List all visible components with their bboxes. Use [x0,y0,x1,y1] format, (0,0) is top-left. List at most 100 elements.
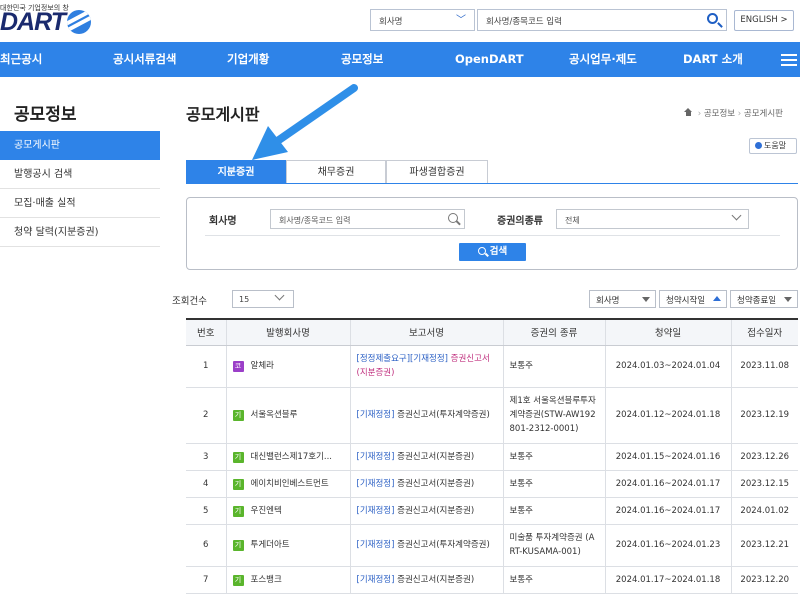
nav-recent-disclosure[interactable]: 최근공시 [0,42,42,77]
search-panel: 회사명 회사명/종목코드 입력 증권의종류 전체 검색 [186,197,798,270]
report-name[interactable]: 증권신고서(지분증권) [397,479,474,489]
company-cell[interactable]: 기 에이치비인베스트먼트 [226,470,351,498]
sort-start-date-button[interactable]: 청약시작일 [659,290,727,308]
chevron-down-icon [274,290,285,301]
subscription-period-cell: 2024.01.16~2024.01.23 [605,524,732,567]
company-cell[interactable]: 기 우진엔텍 [226,497,351,525]
report-cell[interactable]: [기재정정] 증권신고서(지분증권) [350,497,504,525]
table-header-row: 번호 발행회사명 보고서명 증권의 종류 청약일 접수일자 [186,318,798,346]
report-name[interactable]: 증권신고서(투자계약증권) [397,410,490,420]
dart-logo[interactable]: DART [0,8,66,37]
received-date-cell: 2023.12.19 [731,387,798,444]
tab-underline [186,183,798,184]
security-type-cell: 보통주 [503,566,606,594]
top-search-input[interactable]: 회사명/종목코드 입력 [477,9,727,31]
market-badge: 기 [232,574,244,586]
panel-divider [205,235,780,236]
report-tag[interactable]: [정정제출요구][기재정정] [357,354,448,364]
report-tag[interactable]: [기재정정] [357,540,395,550]
company-name[interactable]: 서울옥션블루 [251,410,298,420]
subscription-period-cell: 2024.01.03~2024.01.04 [605,345,732,388]
report-cell[interactable]: [기재정정] 증권신고서(투자계약증권) [350,524,504,567]
sidebar-item-offering-results[interactable]: 모집·매출 실적 [0,190,160,218]
col-header-company: 발행회사명 [226,318,351,346]
sidebar-item-subscription-calendar[interactable]: 청약 달력(지분증권) [0,219,160,247]
report-name[interactable]: 증권신고서(지분증권) [397,506,474,516]
result-count-select[interactable]: 15 [232,290,294,308]
tab-equity[interactable]: 지분증권 [186,160,286,184]
help-label: 도움말 [764,141,787,150]
market-badge: 기 [232,505,244,517]
report-name[interactable]: 증권신고서(지분증권) [397,575,474,585]
company-name[interactable]: 우진엔텍 [251,506,282,516]
report-tag[interactable]: [기재정정] [357,410,395,420]
result-count-value: 15 [239,295,250,304]
received-date-cell: 2023.12.26 [731,443,798,471]
tab-derivative[interactable]: 파생결합증권 [386,160,488,184]
security-type-cell: 보통주 [503,443,606,471]
top-bar: 대한민국 기업정보의 창 DART 회사명 ﹀ 회사명/종목코드 입력 ENGL… [0,0,800,42]
nav-disclosure-rules[interactable]: 공시업무·제도 [569,42,637,77]
company-name[interactable]: 대신밸런스제17호기... [251,452,332,462]
nav-about-dart[interactable]: DART 소개 [683,42,743,77]
security-type-cell: 보통주 [503,345,606,388]
tab-debt[interactable]: 채무증권 [286,160,386,184]
breadcrumb-item: 공모게시판 [743,109,784,119]
search-type-select[interactable]: 회사명 ﹀ [370,9,475,31]
report-tag[interactable]: [기재정정] [357,575,395,585]
col-header-number: 번호 [186,318,227,346]
report-cell[interactable]: [기재정정] 증권신고서(지분증권) [350,566,504,594]
table-row: 2 기 서울옥션블루 [기재정정] 증권신고서(투자계약증권) 제1호 서울옥션블… [186,387,798,444]
sort-company-select[interactable]: 회사명 [589,290,656,308]
company-name[interactable]: 에이치비인베스트먼트 [251,479,329,489]
report-cell[interactable]: [기재정정] 증권신고서(지분증권) [350,470,504,498]
company-cell[interactable]: 기 투게더아트 [226,524,351,567]
report-name[interactable]: 증권신고서(투자계약증권) [397,540,490,550]
company-name[interactable]: 알체라 [251,361,274,371]
market-badge: 기 [232,410,244,421]
company-name[interactable]: 포스뱅크 [251,575,282,585]
col-header-security-type: 증권의 종류 [503,318,606,346]
company-cell[interactable]: 기 대신밸런스제17호기... [226,443,351,471]
search-icon [477,247,486,255]
nav-offering-info[interactable]: 공모정보 [341,42,383,77]
search-icon[interactable] [448,213,458,223]
company-cell[interactable]: 기 포스뱅크 [226,566,351,594]
report-tag[interactable]: [기재정정] [357,479,395,489]
offering-table: 번호 발행회사명 보고서명 증권의 종류 청약일 접수일자 1 코 알체라 [정정… [186,318,798,594]
result-count-label: 조회건수 [172,296,207,307]
received-date-cell: 2023.12.21 [731,524,798,567]
report-tag[interactable]: [기재정정] [357,452,395,462]
chevron-down-icon: ﹀ [456,15,466,26]
company-cell[interactable]: 기 서울옥션블루 [226,387,351,444]
report-cell[interactable]: [기재정정] 증권신고서(투자계약증권) [350,387,504,444]
home-icon[interactable] [684,108,693,116]
sidebar-item-offering-board[interactable]: 공모게시판 [0,131,160,160]
report-name[interactable]: 증권신고서(지분증권) [397,452,474,462]
nav-company-overview[interactable]: 기업개황 [227,42,269,77]
sort-end-date-select[interactable]: 청약종료일 [730,290,798,308]
report-cell[interactable]: [기재정정] 증권신고서(지분증권) [350,443,504,471]
help-button[interactable]: 도움말 [749,138,797,154]
breadcrumb: › 공모정보 › 공모게시판 [684,107,783,119]
menu-icon[interactable] [781,54,797,66]
nav-opendart[interactable]: OpenDART [455,42,524,77]
security-type-cell: 제1호 서울옥션블루투자계약증권(STW-AW192801-2312-0001) [503,387,606,444]
company-name[interactable]: 투게더아트 [251,540,290,550]
report-tag[interactable]: [기재정정] [357,506,395,516]
security-type-select[interactable]: 전체 [556,209,749,229]
sidebar-item-issuance-search[interactable]: 발행공시 검색 [0,161,160,189]
market-badge: 코 [232,361,244,372]
report-cell[interactable]: [정정제출요구][기재정정] 증권신고서(지분증권) [350,345,504,388]
col-header-report: 보고서명 [350,318,504,346]
search-icon[interactable] [707,13,718,24]
col-header-received-date: 접수일자 [731,318,798,346]
breadcrumb-item[interactable]: 공모정보 [704,109,735,119]
english-button[interactable]: ENGLISH > [734,10,794,31]
company-cell[interactable]: 코 알체라 [226,345,351,388]
search-button[interactable]: 검색 [459,243,526,261]
security-type-cell: 보통주 [503,497,606,525]
subscription-period-cell: 2024.01.16~2024.01.17 [605,470,732,498]
company-search-input[interactable]: 회사명/종목코드 입력 [270,209,465,229]
nav-document-search[interactable]: 공시서류검색 [113,42,176,77]
